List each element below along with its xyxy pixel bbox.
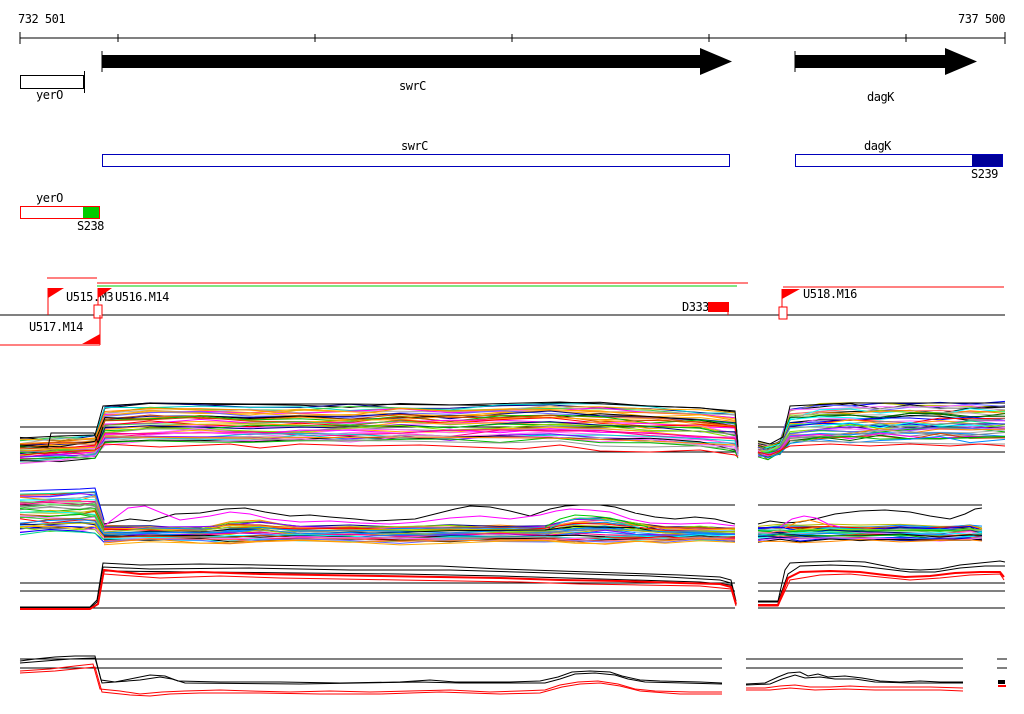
gene-arrow-head-dagK[interactable] [945, 48, 977, 75]
panel-2-profile-line [757, 507, 983, 525]
panel-3-profile-line [103, 573, 737, 607]
panel-4-profile-line [746, 684, 964, 689]
gene-arrow-shaft-swrC[interactable] [102, 55, 700, 68]
signal-pennant-U516.M14[interactable] [98, 288, 112, 298]
gene-arrow-head-swrC[interactable] [700, 48, 732, 75]
panel-2-band-line [19, 530, 105, 541]
panel-1-profile-line [757, 443, 1006, 456]
gene-arrow-shaft-dagK[interactable] [795, 55, 945, 68]
terminator-box-D333[interactable] [708, 302, 729, 312]
panel-4-profile-line [19, 655, 723, 684]
genome-browser-view: 732 501 737 500 yerO swrC dagK swrC dagK… [0, 0, 1024, 714]
panel-4-profile-line [745, 671, 963, 685]
panel-2-profile-line [103, 505, 736, 527]
signal-pennant-U517.M14[interactable] [82, 334, 100, 344]
signal-pennant-U515.M3[interactable] [48, 288, 64, 298]
panel-1-profile-line [19, 443, 739, 458]
panel-4-profile-line [746, 687, 964, 692]
signal-square [778, 306, 788, 320]
panel-3-profile-line [758, 569, 1005, 606]
signal-square [93, 304, 103, 319]
tracks-canvas [0, 32, 1007, 697]
panel-3-profile-line [758, 573, 1005, 607]
signal-pennant-U518.M16[interactable] [782, 289, 800, 299]
